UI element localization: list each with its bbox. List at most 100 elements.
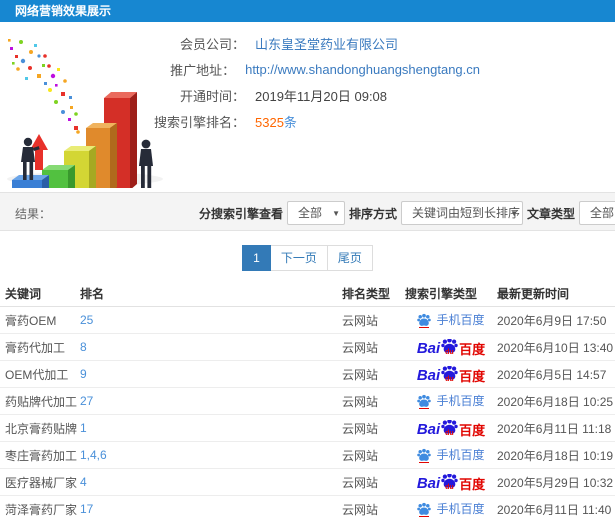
article-type-label: 文章类型 (527, 206, 576, 221)
rank-link[interactable]: 1 (80, 421, 342, 435)
search-engine-cell: Bai du 百度 (405, 365, 497, 383)
keyword-cell: 膏药OEM (5, 313, 57, 328)
baidu-pc-logo: Bai du 百度 (417, 419, 485, 437)
update-time-cell: 2020年6月9日 17:50 (497, 313, 607, 328)
rank-count-unit: 条 (283, 115, 297, 130)
rank-type-cell: 云网站 (342, 313, 379, 328)
table-body: 膏药OEM 25 云网站 手机百度 2020年6月9日 17:50 膏药代加工 … (0, 307, 615, 520)
engine-filter-label: 分搜索引擎查看 (199, 206, 284, 221)
open-time-label: 开通时间： (179, 89, 245, 104)
open-time-value: 2019年11月20日 09:08 (255, 89, 388, 104)
company-link[interactable]: 山东皇圣堂药业有限公司 (255, 34, 398, 53)
info-row-url: 推广地址： http://www.shandonghuangshengtang.… (0, 61, 480, 78)
keyword-cell: 膏药代加工 (5, 340, 66, 355)
search-engine-cell: Bai du 百度 (405, 419, 497, 437)
baidu-paw-icon (417, 394, 432, 407)
info-section: 会员公司： 山东皇圣堂药业有限公司 推广地址： http://www.shand… (0, 22, 615, 192)
info-row-open-time: 开通时间： 2019年11月20日 09:08 (0, 87, 480, 104)
table-header-row: 关键词 排名 排名类型 搜索引擎类型 最新更新时间 (0, 281, 615, 307)
update-time-cell: 2020年6月11日 11:18 (497, 421, 612, 436)
update-time-cell: 2020年5月29日 10:32 (497, 475, 614, 490)
keyword-cell: 医疗器械厂家 (5, 475, 78, 490)
promo-url-label: 推广地址： (170, 63, 236, 78)
rank-type-cell: 云网站 (342, 502, 379, 517)
update-time-cell: 2020年6月10日 13:40 (497, 340, 614, 355)
rank-link[interactable]: 25 (80, 313, 342, 327)
rank-link[interactable]: 8 (80, 340, 342, 354)
table-row: 膏药OEM 25 云网站 手机百度 2020年6月9日 17:50 (0, 307, 615, 334)
chevron-down-icon: ▼ (332, 209, 341, 218)
sort-filter-value: 关键词由短到长排序 (412, 206, 521, 220)
page-button-current[interactable]: 1 (242, 245, 271, 271)
info-row-company: 会员公司： 山东皇圣堂药业有限公司 (0, 35, 480, 52)
update-time-cell: 2020年6月11日 11:40 (497, 502, 612, 517)
company-info: 会员公司： 山东皇圣堂药业有限公司 推广地址： http://www.shand… (0, 35, 480, 139)
search-engine-cell: Bai du 百度 (405, 338, 497, 356)
keyword-cell: 北京膏药贴牌 (5, 421, 78, 436)
update-time-cell: 2020年6月18日 10:19 (497, 448, 614, 463)
keyword-cell: OEM代加工 (5, 367, 69, 382)
sort-filter-label: 排序方式 (349, 206, 398, 221)
rank-type-cell: 云网站 (342, 448, 379, 463)
page-title: 网络营销效果展示 (0, 0, 615, 22)
rank-count-label: 搜索引擎排名： (153, 115, 245, 130)
page-button-last[interactable]: 尾页 (327, 245, 373, 271)
filter-bar: 结果： 分搜索引擎查看 全部 ▼ 排序方式 关键词由短到长排序 ▼ 文章类型 全… (0, 192, 615, 231)
article-type-select[interactable]: 全部 ▼ (579, 201, 615, 225)
rank-type-cell: 云网站 (342, 340, 379, 355)
mobile-baidu-logo: 手机百度 (417, 448, 485, 463)
table-row: 枣庄膏药加工 1,4,6 云网站 手机百度 2020年6月18日 10:19 (0, 442, 615, 469)
update-time-cell: 2020年6月18日 10:25 (497, 394, 614, 409)
rank-link[interactable]: 1,4,6 (80, 448, 342, 462)
pagination: 1 下一页 尾页 (0, 245, 615, 271)
table-row: 药贴牌代加工 27 云网站 手机百度 2020年6月18日 10:25 (0, 388, 615, 415)
result-label: 结果： (15, 207, 52, 221)
table-row: 菏泽膏药厂家 17 云网站 手机百度 2020年6月11日 11:40 (0, 496, 615, 520)
header-engine-type: 搜索引擎类型 (405, 287, 478, 301)
rank-link[interactable]: 17 (80, 502, 342, 516)
header-keyword: 关键词 (5, 287, 42, 301)
table-row: 医疗器械厂家 4 云网站 Bai du 百度 2020年5月29日 10:32 (0, 469, 615, 496)
rank-type-cell: 云网站 (342, 394, 379, 409)
engine-filter-select[interactable]: 全部 ▼ (287, 201, 346, 225)
baidu-pc-logo: Bai du 百度 (417, 473, 485, 491)
promo-url-link[interactable]: http://www.shandonghuangshengtang.cn (245, 62, 480, 77)
rank-link[interactable]: 4 (80, 475, 342, 489)
search-engine-cell: 手机百度 (405, 502, 497, 517)
chevron-down-icon: ▼ (510, 209, 519, 218)
sort-filter-select[interactable]: 关键词由短到长排序 ▼ (401, 201, 524, 225)
keyword-cell: 菏泽膏药厂家 (5, 502, 78, 517)
rank-link[interactable]: 9 (80, 367, 342, 381)
rank-type-cell: 云网站 (342, 475, 379, 490)
rank-link[interactable]: 27 (80, 394, 342, 408)
baidu-pc-logo: Bai du 百度 (417, 365, 485, 383)
search-engine-cell: Bai du 百度 (405, 473, 497, 491)
table-row: 膏药代加工 8 云网站 Bai du 百度 2020年6月10日 13:40 (0, 334, 615, 361)
page-button-next[interactable]: 下一页 (270, 245, 328, 271)
baidu-paw-icon (417, 313, 432, 326)
baidu-paw-icon (417, 502, 432, 515)
company-label: 会员公司： (179, 37, 245, 52)
keyword-cell: 枣庄膏药加工 (5, 448, 78, 463)
rank-type-cell: 云网站 (342, 367, 379, 382)
baidu-paw-icon (417, 448, 432, 461)
mobile-baidu-logo: 手机百度 (417, 502, 485, 517)
rank-count-value: 5325条 (255, 112, 297, 131)
keyword-cell: 药贴牌代加工 (5, 394, 78, 409)
engine-filter-value: 全部 (298, 206, 323, 220)
baidu-pc-logo: Bai du 百度 (417, 338, 485, 356)
table-row: OEM代加工 9 云网站 Bai du 百度 2020年6月5日 14:57 (0, 361, 615, 388)
update-time-cell: 2020年6月5日 14:57 (497, 367, 607, 382)
search-engine-cell: 手机百度 (405, 448, 497, 463)
rank-count-number: 5325 (255, 115, 284, 130)
header-update-time: 最新更新时间 (497, 287, 570, 301)
mobile-baidu-logo: 手机百度 (417, 313, 485, 328)
article-type-value: 全部 (590, 206, 615, 220)
search-engine-cell: 手机百度 (405, 313, 497, 328)
filter-controls: 分搜索引擎查看 全部 ▼ 排序方式 关键词由短到长排序 ▼ 文章类型 全部 ▼ … (195, 200, 615, 226)
rank-type-cell: 云网站 (342, 421, 379, 436)
info-row-rank-count: 搜索引擎排名： 5325条 (0, 113, 480, 130)
keyword-rank-table: 关键词 排名 排名类型 搜索引擎类型 最新更新时间 膏药OEM 25 云网站 手… (0, 281, 615, 520)
header-rank-type: 排名类型 (342, 287, 391, 301)
header-rank: 排名 (80, 287, 105, 301)
